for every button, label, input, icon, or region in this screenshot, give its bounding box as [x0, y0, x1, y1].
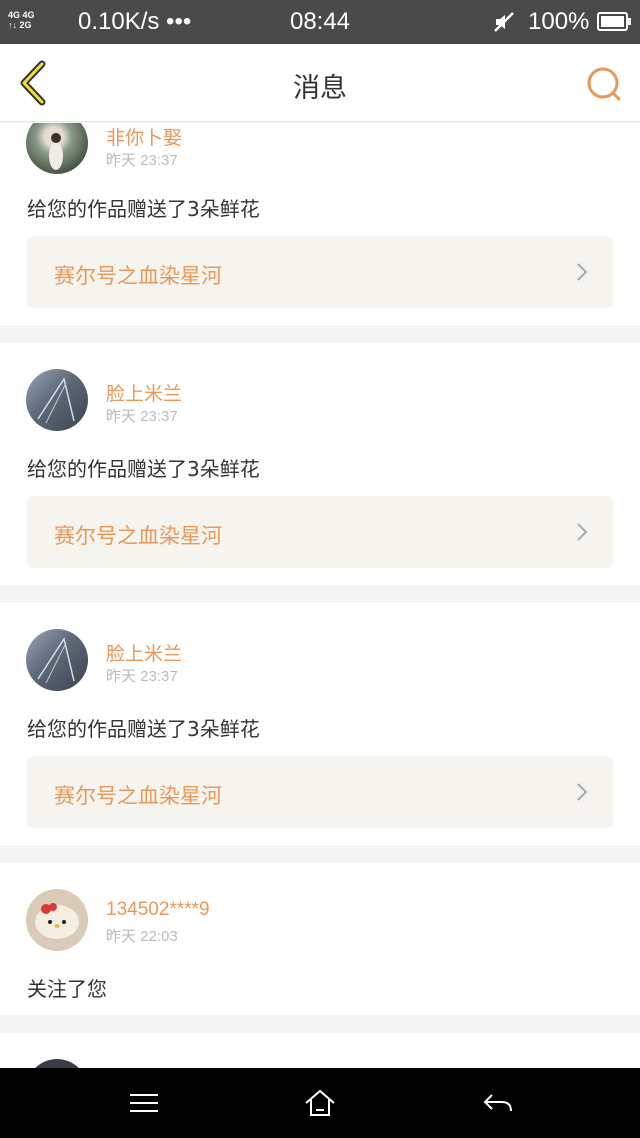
work-title: 赛尔号之血染星河 — [54, 264, 222, 288]
page-title: 消息 — [293, 73, 347, 104]
search-icon[interactable] — [584, 64, 624, 104]
sender-name[interactable]: 非你卜娶 — [106, 123, 182, 150]
message-card: 非你卜娶 昨天 23:37 给您的作品赠送了3朵鲜花 赛尔号之血染星河 — [0, 123, 640, 325]
chevron-right-icon — [577, 783, 588, 801]
avatar[interactable] — [26, 123, 88, 174]
message-text: 给您的作品赠送了3朵鲜花 — [27, 717, 260, 741]
message-text: 给您的作品赠送了3朵鲜花 — [27, 457, 260, 481]
message-time: 昨天 23:37 — [106, 152, 178, 169]
battery-icon — [597, 12, 631, 31]
work-title: 赛尔号之血染星河 — [54, 524, 222, 548]
sender-name[interactable]: 134502****9 — [106, 899, 210, 921]
work-title: 赛尔号之血染星河 — [54, 784, 222, 808]
work-link[interactable]: 赛尔号之血染星河 — [27, 496, 613, 568]
sender-name[interactable]: 脸上米兰 — [106, 379, 182, 406]
header: 消息 — [0, 44, 640, 122]
message-time: 昨天 23:37 — [106, 408, 178, 425]
message-card: 134502****9 昨天 22:03 关注了您 — [0, 863, 640, 1015]
mute-icon — [494, 12, 514, 32]
home-icon[interactable] — [304, 1088, 336, 1118]
message-list[interactable]: 非你卜娶 昨天 23:37 给您的作品赠送了3朵鲜花 赛尔号之血染星河 脸上米兰… — [0, 123, 640, 1068]
battery-percent: 100% — [528, 8, 590, 35]
message-card: 脸上米兰 昨天 23:37 给您的作品赠送了3朵鲜花 赛尔号之血染星河 — [0, 603, 640, 845]
message-time: 昨天 23:37 — [106, 668, 178, 685]
message-card — [0, 1033, 640, 1068]
avatar[interactable] — [26, 629, 88, 691]
avatar[interactable] — [26, 369, 88, 431]
message-time: 昨天 22:03 — [106, 928, 178, 945]
sender-name[interactable]: 脸上米兰 — [106, 639, 182, 666]
message-text: 给您的作品赠送了3朵鲜花 — [27, 197, 260, 221]
message-card: 脸上米兰 昨天 23:37 给您的作品赠送了3朵鲜花 赛尔号之血染星河 — [0, 343, 640, 585]
work-link[interactable]: 赛尔号之血染星河 — [27, 756, 613, 828]
avatar[interactable] — [26, 889, 88, 951]
work-link[interactable]: 赛尔号之血染星河 — [27, 236, 613, 308]
avatar[interactable] — [26, 1059, 88, 1068]
status-bar: 4G 4G ↑↓ 2G 0.10K/s ••• 08:44 100% — [0, 0, 640, 44]
system-nav-bar — [0, 1068, 640, 1138]
message-text: 关注了您 — [27, 977, 107, 1001]
chevron-right-icon — [577, 523, 588, 541]
back-arrow-icon[interactable] — [482, 1088, 514, 1118]
menu-icon[interactable] — [128, 1088, 160, 1118]
chevron-right-icon — [577, 263, 588, 281]
